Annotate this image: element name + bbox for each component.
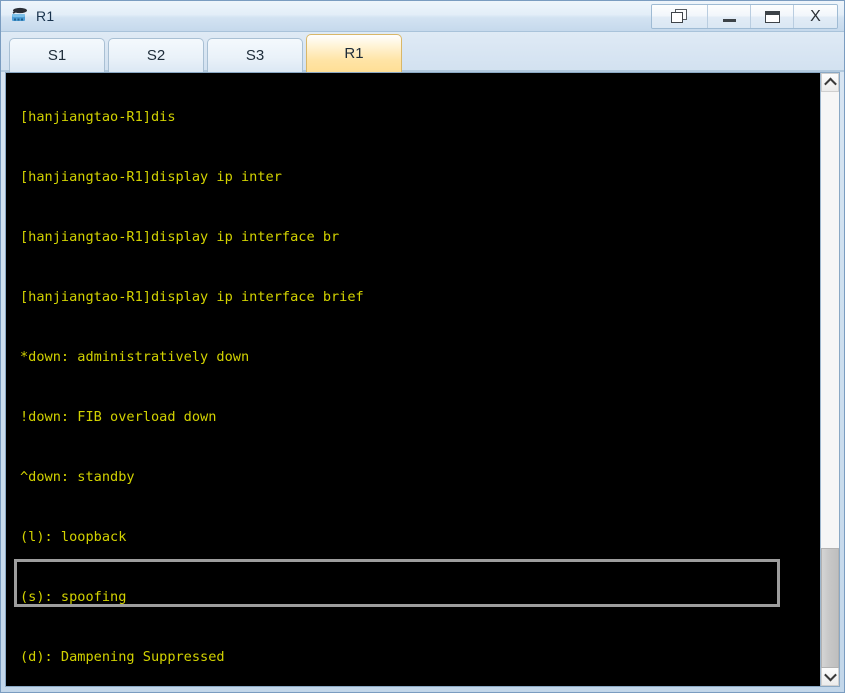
terminal-panel: [hanjiangtao-R1]dis [hanjiangtao-R1]disp… — [5, 72, 840, 687]
terminal-console[interactable]: [hanjiangtao-R1]dis [hanjiangtao-R1]disp… — [6, 73, 816, 686]
window-title: R1 — [36, 8, 55, 24]
minimize-button[interactable] — [708, 5, 751, 28]
scrollbar-thumb[interactable] — [821, 548, 839, 668]
maximize-button[interactable] — [751, 5, 794, 28]
close-icon: X — [810, 7, 821, 25]
tab-r1[interactable]: R1 — [306, 34, 402, 72]
chevron-down-icon — [823, 668, 837, 682]
minimize-icon — [722, 19, 736, 22]
tab-s3-label: S3 — [245, 47, 265, 64]
tab-strip: S1 S2 S3 R1 — [1, 32, 844, 72]
terminal-line: [hanjiangtao-R1]display ip inter — [20, 169, 282, 185]
terminal-line: !down: FIB overload down — [20, 409, 217, 425]
router-icon — [10, 7, 30, 25]
chevron-up-icon — [823, 77, 837, 91]
tab-s3[interactable]: S3 — [207, 38, 303, 72]
tab-s1-label: S1 — [47, 47, 67, 64]
scroll-up-button[interactable] — [821, 73, 839, 92]
scrollbar-track[interactable] — [821, 92, 839, 668]
window-controls: X — [651, 4, 838, 29]
terminal-line: [hanjiangtao-R1]dis — [20, 109, 176, 125]
tab-r1-label: R1 — [344, 45, 364, 62]
terminal-line: (l): loopback — [20, 529, 127, 545]
restore-icon — [671, 9, 688, 24]
maximize-icon — [764, 10, 780, 23]
tab-s2-label: S2 — [146, 47, 166, 64]
titlebar-left: R1 — [1, 7, 55, 25]
terminal-text: [hanjiangtao-R1]dis [hanjiangtao-R1]disp… — [20, 73, 626, 686]
terminal-line: [hanjiangtao-R1]display ip interface bri… — [20, 289, 364, 305]
terminal-line: (s): spoofing — [20, 589, 127, 605]
terminal-line: ^down: standby — [20, 469, 135, 485]
terminal-line: *down: administratively down — [20, 349, 250, 365]
scroll-down-button[interactable] — [821, 667, 839, 686]
close-button[interactable]: X — [794, 5, 837, 28]
terminal-line: (d): Dampening Suppressed — [20, 649, 225, 665]
terminal-line: [hanjiangtao-R1]display ip interface br — [20, 229, 340, 245]
titlebar: R1 X — [1, 1, 844, 32]
tab-s2[interactable]: S2 — [108, 38, 204, 72]
terminal-scrollbar[interactable] — [820, 73, 839, 686]
restore-windows-button[interactable] — [652, 5, 708, 28]
tab-s1[interactable]: S1 — [9, 38, 105, 72]
emulator-window: R1 X S1 S2 S3 R1 [hanjiangtao-R1]dis [ha… — [0, 0, 845, 693]
